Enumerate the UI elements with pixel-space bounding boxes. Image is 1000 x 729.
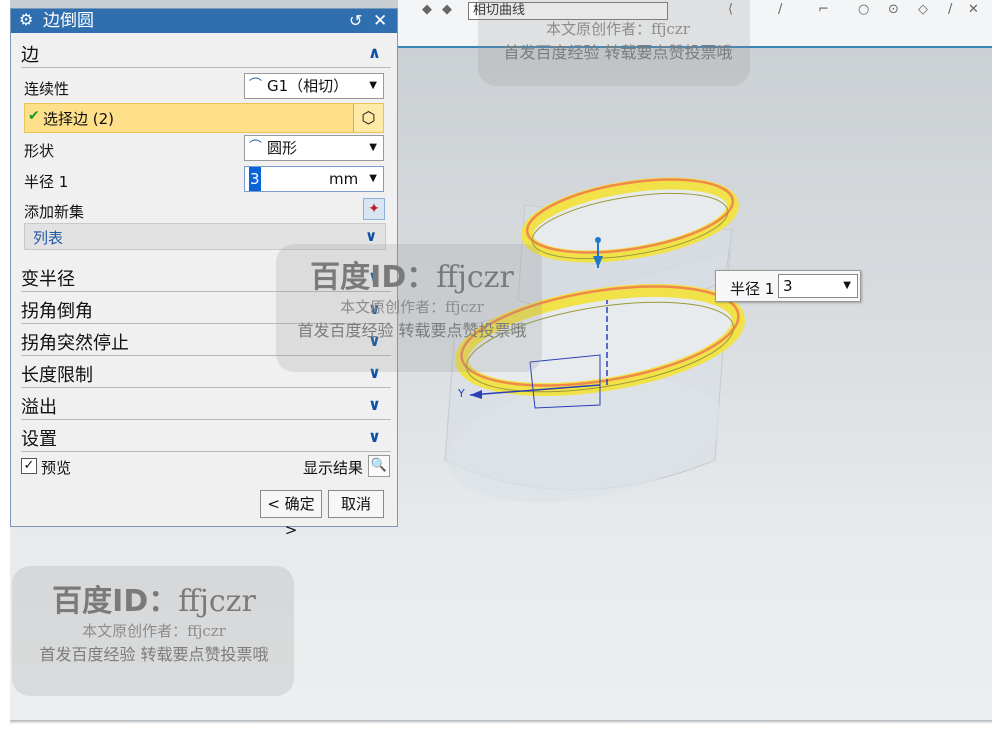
divider [21, 419, 391, 420]
group-edge-label: 边 [21, 45, 39, 66]
group-label: 拐角倒角 [21, 301, 93, 322]
checkmark-icon: ✔ [28, 108, 40, 124]
shape-icon: ⌒ [249, 140, 263, 155]
select-edge-label: 选择边 (2) [43, 110, 115, 128]
watermark-background [478, 0, 750, 86]
radius-callout-input[interactable]: 3 ▼ [778, 274, 858, 298]
group-settings-header[interactable]: 设置 ∨ [11, 421, 397, 451]
show-result-label: 显示结果 [303, 459, 364, 477]
divider [21, 451, 391, 452]
radius-callout-label: 半径 1 [730, 280, 775, 298]
chevron-down-icon[interactable]: ∨ [365, 227, 377, 245]
group-edge-header[interactable]: 边 ∧ [11, 37, 397, 67]
close-icon[interactable]: ✕ [373, 9, 387, 33]
reset-icon[interactable]: ↺ [349, 9, 362, 33]
watermark-background [276, 244, 542, 372]
shape-label: 形状 [24, 142, 55, 160]
radius-unit: mm [329, 170, 359, 188]
continuity-icon: ⌒ [249, 78, 263, 93]
select-edge-row[interactable]: ✔ 选择边 (2) ⬡ [24, 103, 384, 133]
window-shadow [10, 720, 992, 724]
chevron-down-icon[interactable]: ∨ [368, 427, 381, 446]
chevron-down-icon[interactable]: ▼ [369, 74, 377, 98]
group-label: 拐角突然停止 [21, 333, 129, 354]
y-axis-label: Y [457, 387, 465, 400]
chevron-down-icon[interactable]: ▼ [369, 136, 377, 160]
shape-value: 圆形 [267, 139, 298, 157]
radius-handle-point[interactable] [595, 237, 601, 243]
chevron-down-icon[interactable]: ▼ [843, 275, 851, 297]
gear-icon: ⚙ [19, 10, 34, 29]
continuity-value: G1（相切） [267, 77, 349, 95]
shape-select[interactable]: ⌒ 圆形 ▼ [244, 135, 384, 161]
continuity-select[interactable]: ⌒ G1（相切） ▼ [244, 73, 384, 99]
radius-input[interactable]: 3 mm ▼ [244, 166, 384, 192]
radius-callout: 半径 1 3 ▼ [715, 270, 861, 302]
radius-label: 半径 1 [24, 173, 69, 191]
select-edge-cube-icon[interactable]: ⬡ [353, 104, 383, 132]
add-set-label: 添加新集 [24, 203, 85, 221]
continuity-label: 连续性 [24, 80, 70, 98]
group-label: 溢出 [21, 397, 57, 418]
preview-checkbox[interactable]: ✓ [21, 458, 37, 474]
chevron-down-icon[interactable]: ▼ [369, 167, 377, 191]
group-overflow-header[interactable]: 溢出 ∨ [11, 389, 397, 419]
group-label: 长度限制 [21, 365, 93, 386]
chevron-up-icon[interactable]: ∧ [368, 43, 381, 62]
group-label: 设置 [21, 429, 57, 450]
dialog-title: 边倒圆 [43, 11, 94, 31]
chevron-down-icon[interactable]: ∨ [368, 395, 381, 414]
add-set-icon[interactable]: ✦ [363, 198, 385, 220]
list-label: 列表 [33, 229, 64, 247]
ok-button[interactable]: < 确定 > [260, 490, 322, 539]
divider [21, 387, 391, 388]
cancel-button[interactable]: 取消 [328, 490, 384, 518]
magnifier-icon[interactable]: 🔍 [368, 455, 390, 477]
divider [21, 67, 391, 68]
radius-callout-value: 3 [783, 277, 793, 295]
radius-value[interactable]: 3 [249, 167, 261, 191]
watermark-background [12, 566, 294, 696]
preview-label: 预览 [41, 459, 72, 477]
group-label: 变半径 [21, 269, 75, 290]
dialog-titlebar[interactable]: ⚙ 边倒圆 ↺ ✕ [11, 9, 397, 33]
